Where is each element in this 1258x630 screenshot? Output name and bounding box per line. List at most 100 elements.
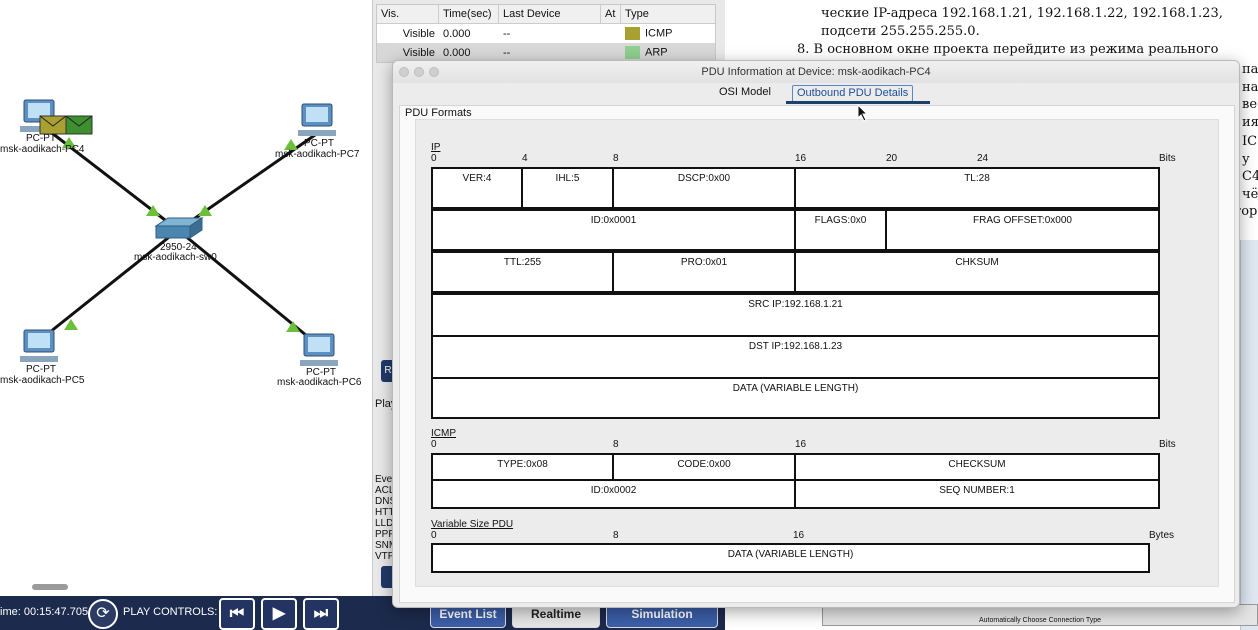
step-back-button[interactable]: ⏮	[219, 598, 255, 630]
mouse-pointer-icon	[857, 104, 869, 122]
play-button[interactable]: ▶	[261, 598, 297, 630]
bit-tick: 24	[977, 153, 989, 164]
bit-tick: 4	[522, 153, 528, 164]
column-header[interactable]: At	[601, 4, 621, 24]
document-fragment: чё	[1242, 187, 1258, 202]
dialog-tabs: OSI Model Outbound PDU Details	[393, 83, 1239, 103]
event-type-label: ARP	[645, 46, 668, 59]
play-controls-label: PLAY CONTROLS:	[123, 606, 218, 618]
switch-icon	[154, 217, 204, 239]
dialog-title: PDU Information at Device: msk-aodikach-…	[701, 66, 931, 78]
pdu-envelope-icon	[65, 115, 93, 135]
device-name-sw0[interactable]: msk-aodikach-sw0	[134, 252, 217, 263]
event-table-header: Vis. Time(sec) Last Device At Type	[377, 4, 715, 24]
tab-outbound-pdu-details[interactable]: Outbound PDU Details	[792, 85, 914, 102]
event-type[interactable]: ICMP	[621, 27, 711, 40]
event-type[interactable]: ARP	[621, 46, 711, 59]
ip-field-protocol: PRO:0x01	[612, 251, 796, 293]
column-header[interactable]: Time(sec)	[439, 4, 499, 24]
minimize-window-button[interactable]	[414, 67, 424, 77]
ip-field-id: ID:0x0001	[431, 209, 796, 251]
close-window-button[interactable]	[399, 67, 409, 77]
pc-icon	[20, 329, 58, 362]
ip-field-frag-offset: FRAG OFFSET:0x000	[885, 209, 1160, 251]
event-row[interactable]: Visible 0.000 -- ICMP	[377, 24, 715, 43]
step-forward-button[interactable]: ⏭	[303, 598, 339, 630]
icmp-field-seq-number: SEQ NUMBER:1	[794, 479, 1160, 509]
column-header[interactable]: Last Device	[499, 4, 601, 24]
ip-field-tl: TL:28	[794, 167, 1160, 209]
pc-icon	[298, 103, 336, 136]
device-label-pc4[interactable]: PC-PT	[26, 133, 56, 144]
bit-tick: 0	[431, 439, 437, 450]
arp-color-swatch	[625, 46, 640, 59]
icmp-section-label: ICMP	[431, 428, 456, 439]
units-label: Bytes	[1149, 530, 1175, 541]
column-header[interactable]: Vis.	[377, 4, 439, 24]
device-name-pc5[interactable]: msk-aodikach-PC5	[0, 375, 84, 386]
topology-canvas	[20, 99, 338, 366]
simulation-time: ime: 00:15:47.705	[0, 606, 89, 618]
event-table: Vis. Time(sec) Last Device At Type Visib…	[376, 4, 716, 63]
ip-field-ttl: TTL:255	[431, 251, 614, 293]
document-fragment: на	[1242, 80, 1258, 95]
event-vis[interactable]: Visible	[377, 28, 439, 40]
event-last-device: --	[503, 46, 511, 59]
pdu-envelope-icon	[39, 115, 67, 135]
device-name-pc6[interactable]: msk-aodikach-PC6	[277, 377, 361, 388]
units-label: Bits	[1159, 439, 1176, 450]
event-type-label: ICMP	[645, 27, 673, 40]
ip-field-data: DATA (VARIABLE LENGTH)	[431, 377, 1160, 419]
device-type-label: PC-PT	[26, 133, 56, 144]
skip-back-icon: ⏮	[229, 605, 245, 622]
event-vis[interactable]: Visible	[377, 47, 439, 59]
ip-field-ver: VER:4	[431, 167, 523, 209]
bit-tick: 8	[613, 153, 619, 164]
document-line: ческие IP-адреса 192.168.1.21, 192.168.1…	[821, 6, 1223, 21]
link-pc5-sw0	[39, 228, 179, 342]
reset-time-button[interactable]: ⟳	[88, 599, 118, 629]
zoom-window-button[interactable]	[429, 67, 439, 77]
byte-tick: 16	[793, 530, 805, 541]
ip-field-dscp: DSCP:0x00	[612, 167, 796, 209]
icmp-field-id: ID:0x0002	[431, 479, 796, 509]
ip-field-flags: FLAGS:0x0	[794, 209, 887, 251]
device-type-pc7: PC-PT	[304, 138, 334, 149]
ip-field-src-ip: SRC IP:192.168.1.21	[431, 293, 1160, 337]
topology-workspace[interactable]: PC-PT msk-aodikach-PC4 PC-PT msk-aodikac…	[0, 0, 372, 600]
byte-tick: 8	[613, 530, 619, 541]
icmp-color-swatch	[625, 27, 640, 40]
document-fragment: па	[1242, 62, 1258, 77]
horizontal-scrollbar[interactable]	[32, 584, 68, 590]
dialog-titlebar[interactable]: PDU Information at Device: msk-aodikach-…	[393, 61, 1239, 83]
document-fragment: у	[1242, 152, 1250, 167]
document-fragment: ве	[1242, 97, 1258, 112]
tab-osi-model[interactable]: OSI Model	[715, 85, 775, 102]
icmp-field-checksum: CHECKSUM	[794, 453, 1160, 481]
ip-section-label: IP	[431, 142, 441, 153]
bit-tick: 0	[431, 153, 437, 164]
pc-icon	[300, 333, 338, 366]
skip-forward-icon: ⏭	[313, 605, 329, 622]
bit-tick: 20	[886, 153, 898, 164]
embedded-screenshot-thumbnail	[1240, 240, 1258, 630]
ip-field-dst-ip: DST IP:192.168.1.23	[431, 335, 1160, 379]
ip-field-ihl: IHL:5	[521, 167, 614, 209]
play-icon: ▶	[272, 605, 286, 622]
device-name-pc4[interactable]: msk-aodikach-PC4	[0, 144, 84, 155]
bit-tick: 16	[795, 439, 807, 450]
variable-pdu-data: DATA (VARIABLE LENGTH)	[431, 543, 1150, 573]
event-last-device: --	[503, 27, 511, 40]
document-fragment: ия	[1242, 115, 1258, 130]
document-line: 8. В основном окне проекта перейдите из …	[797, 42, 1219, 57]
pdu-formats-label: PDU Formats	[405, 107, 472, 119]
column-header[interactable]: Type	[621, 5, 711, 24]
bit-tick: 8	[613, 439, 619, 450]
byte-tick: 0	[431, 530, 437, 541]
device-name-pc7[interactable]: msk-aodikach-PC7	[275, 149, 359, 160]
event-time: 0.000	[443, 46, 471, 59]
ip-field-checksum: CHKSUM	[794, 251, 1160, 293]
link-status-icon	[286, 321, 300, 332]
device-type-pc5: PC-PT	[26, 364, 56, 375]
bit-tick: 16	[795, 153, 807, 164]
